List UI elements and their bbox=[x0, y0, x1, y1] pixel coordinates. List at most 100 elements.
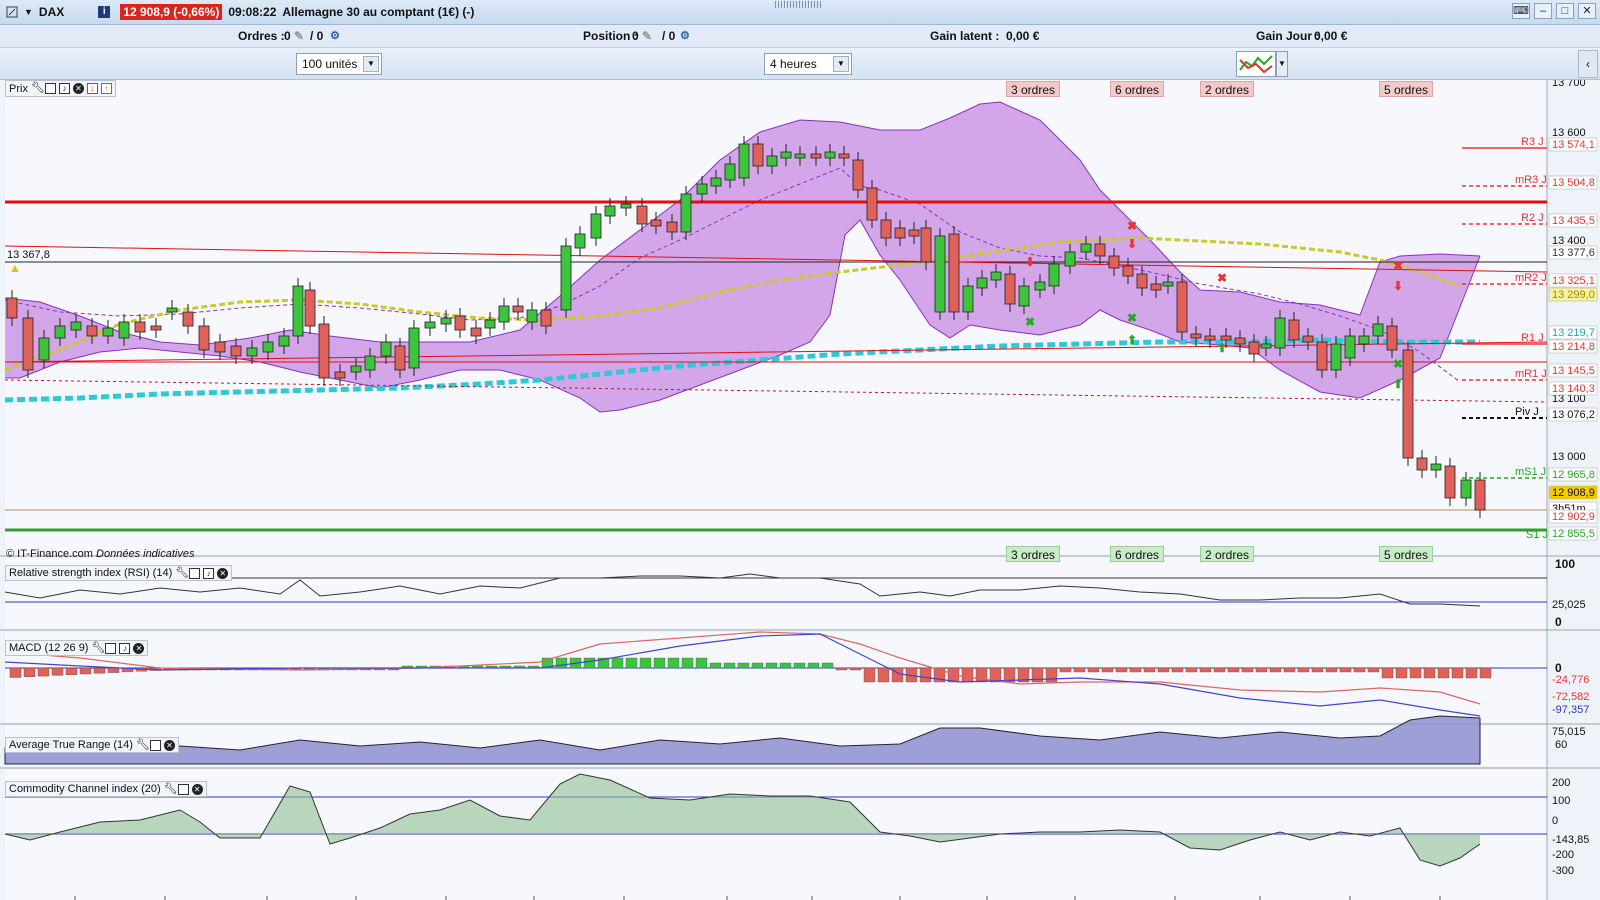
close-icon[interactable]: ✕ bbox=[163, 739, 175, 751]
candle bbox=[262, 341, 274, 353]
candle bbox=[166, 307, 178, 313]
position-gear-icon[interactable]: ⚙ bbox=[680, 29, 690, 42]
panel-toggle-icon[interactable]: ‹ bbox=[1578, 50, 1598, 78]
pivot-value: 12 908,9 bbox=[1552, 487, 1595, 499]
chart-type-icon[interactable] bbox=[1236, 51, 1276, 77]
window-menu-icon[interactable] bbox=[6, 6, 18, 18]
close-icon[interactable]: ✕ bbox=[72, 83, 84, 94]
pivot-label: R1 J bbox=[1521, 332, 1544, 344]
minimize-button[interactable]: – bbox=[1534, 3, 1552, 19]
macd-histogram-bar bbox=[1339, 667, 1352, 673]
orders-tag-bottom-3[interactable]: 2 ordres bbox=[1200, 546, 1255, 562]
instrument-symbol[interactable]: DAX bbox=[39, 5, 64, 19]
orders-tag-top-2[interactable]: 6 ordres bbox=[1110, 81, 1165, 97]
candle bbox=[1260, 343, 1272, 349]
arrow-down-icon[interactable]: ↓ bbox=[86, 83, 98, 94]
macd-histogram-bar bbox=[1087, 667, 1100, 673]
candle bbox=[364, 355, 376, 371]
candle bbox=[1018, 285, 1030, 307]
candle bbox=[1344, 335, 1356, 359]
chevron-down-icon[interactable]: ▼ bbox=[833, 56, 849, 72]
window-icon[interactable] bbox=[177, 783, 189, 795]
macd-histogram-bar bbox=[107, 667, 120, 673]
candle bbox=[590, 213, 602, 239]
macd-histogram-bar bbox=[1269, 667, 1282, 673]
maximize-button[interactable]: □ bbox=[1556, 3, 1574, 19]
position-slash: / 0 bbox=[662, 29, 676, 43]
candle bbox=[838, 153, 850, 159]
orders-tag-top-4[interactable]: 5 ordres bbox=[1379, 81, 1434, 97]
chart-area[interactable]: ✖⬇⬇✖ ✖⬆✖⬆✖⬇✖⬆▲13 367,813 70013 60013 4001… bbox=[0, 80, 1600, 900]
position-edit-icon[interactable]: ✎ bbox=[642, 29, 652, 43]
wrench-icon[interactable]: 🔧︎ bbox=[175, 567, 189, 579]
macd-histogram-bar bbox=[1255, 667, 1268, 673]
orders-tag-bottom-4[interactable]: 5 ordres bbox=[1379, 546, 1434, 562]
macd-histogram-bar bbox=[51, 667, 64, 676]
candle bbox=[424, 321, 436, 329]
info-icon[interactable]: i bbox=[98, 6, 111, 18]
macd-histogram-bar bbox=[1157, 667, 1170, 673]
chart-type-dropdown[interactable]: ▼ bbox=[1276, 51, 1288, 77]
macd-histogram-bar bbox=[863, 667, 876, 683]
keyboard-icon[interactable]: ⌨ bbox=[1512, 3, 1530, 19]
candle bbox=[86, 325, 98, 337]
candle bbox=[1220, 335, 1232, 341]
candle bbox=[278, 335, 290, 347]
wrench-icon[interactable]: 🔧︎ bbox=[31, 83, 45, 94]
copyright-note: © IT-Finance.com Données indicatives bbox=[6, 548, 194, 560]
close-icon[interactable]: ✕ bbox=[133, 642, 145, 654]
close-icon[interactable]: ✕ bbox=[191, 783, 203, 795]
candle bbox=[894, 227, 906, 239]
wrench-icon[interactable]: 🔧︎ bbox=[136, 739, 150, 751]
position-label: Position : bbox=[583, 29, 638, 43]
wrench-icon[interactable]: 🔧︎ bbox=[91, 642, 105, 654]
orders-tag-bottom-2[interactable]: 6 ordres bbox=[1110, 546, 1165, 562]
units-select[interactable]: 100 unités ▼ bbox=[296, 53, 382, 75]
candle bbox=[1176, 281, 1188, 333]
candle bbox=[1274, 317, 1286, 349]
bell-icon[interactable]: ♪ bbox=[58, 83, 70, 94]
price-panel-header: Prix 🔧︎ ♪ ✕ ↓ ↑ bbox=[5, 80, 116, 97]
candle bbox=[1330, 343, 1342, 371]
macd-histogram-bar bbox=[1213, 667, 1226, 673]
window-icon[interactable] bbox=[149, 739, 161, 751]
dropdown-arrow-icon[interactable]: ▼ bbox=[24, 7, 33, 17]
bell-icon[interactable]: ♪ bbox=[203, 567, 215, 579]
candle bbox=[454, 315, 466, 331]
arrow-up-icon[interactable]: ↑ bbox=[100, 83, 112, 94]
orders-tag-top-1[interactable]: 3 ordres bbox=[1006, 81, 1061, 97]
orders-tag-top-3[interactable]: 2 ordres bbox=[1200, 81, 1255, 97]
candle bbox=[1302, 335, 1314, 343]
chevron-down-icon[interactable]: ▼ bbox=[363, 56, 379, 72]
orders-edit-icon[interactable]: ✎ bbox=[294, 29, 304, 43]
candle bbox=[408, 327, 420, 369]
atr-label: Average True Range (14) bbox=[9, 739, 133, 751]
bell-icon[interactable]: ♪ bbox=[119, 642, 131, 654]
orders-label: Ordres : bbox=[238, 29, 285, 43]
macd-histogram-bar bbox=[1367, 667, 1380, 673]
macd-histogram-bar bbox=[765, 662, 778, 669]
window-icon[interactable] bbox=[44, 83, 56, 94]
window-icon[interactable] bbox=[105, 642, 117, 654]
candle bbox=[350, 365, 362, 373]
pivot-label: Piv J bbox=[1515, 406, 1539, 418]
signal-marker: ⬆ bbox=[1393, 377, 1403, 391]
wrench-icon[interactable]: 🔧︎ bbox=[164, 783, 178, 795]
window-icon[interactable] bbox=[189, 567, 201, 579]
candle bbox=[526, 309, 538, 323]
pivot-value: 13 214,8 bbox=[1552, 341, 1595, 353]
rsi-label: Relative strength index (RSI) (14) bbox=[9, 567, 173, 579]
close-icon[interactable]: ✕ bbox=[217, 567, 229, 579]
period-select[interactable]: 4 heures ▼ bbox=[764, 53, 852, 75]
candle bbox=[22, 317, 34, 371]
macd-histogram-bar bbox=[695, 657, 708, 669]
orders-gear-icon[interactable]: ⚙ bbox=[330, 29, 340, 42]
close-button[interactable]: ✕ bbox=[1578, 3, 1596, 19]
candle bbox=[908, 229, 920, 237]
drag-handle[interactable] bbox=[775, 1, 823, 8]
macd-histogram-bar bbox=[1045, 667, 1058, 683]
candle bbox=[1460, 479, 1472, 499]
macd-histogram-bar bbox=[639, 657, 652, 669]
title-bar: ▼ DAX i 12 908,9 (-0,66%) 09:08:22 Allem… bbox=[0, 0, 1600, 25]
orders-tag-bottom-1[interactable]: 3 ordres bbox=[1006, 546, 1061, 562]
